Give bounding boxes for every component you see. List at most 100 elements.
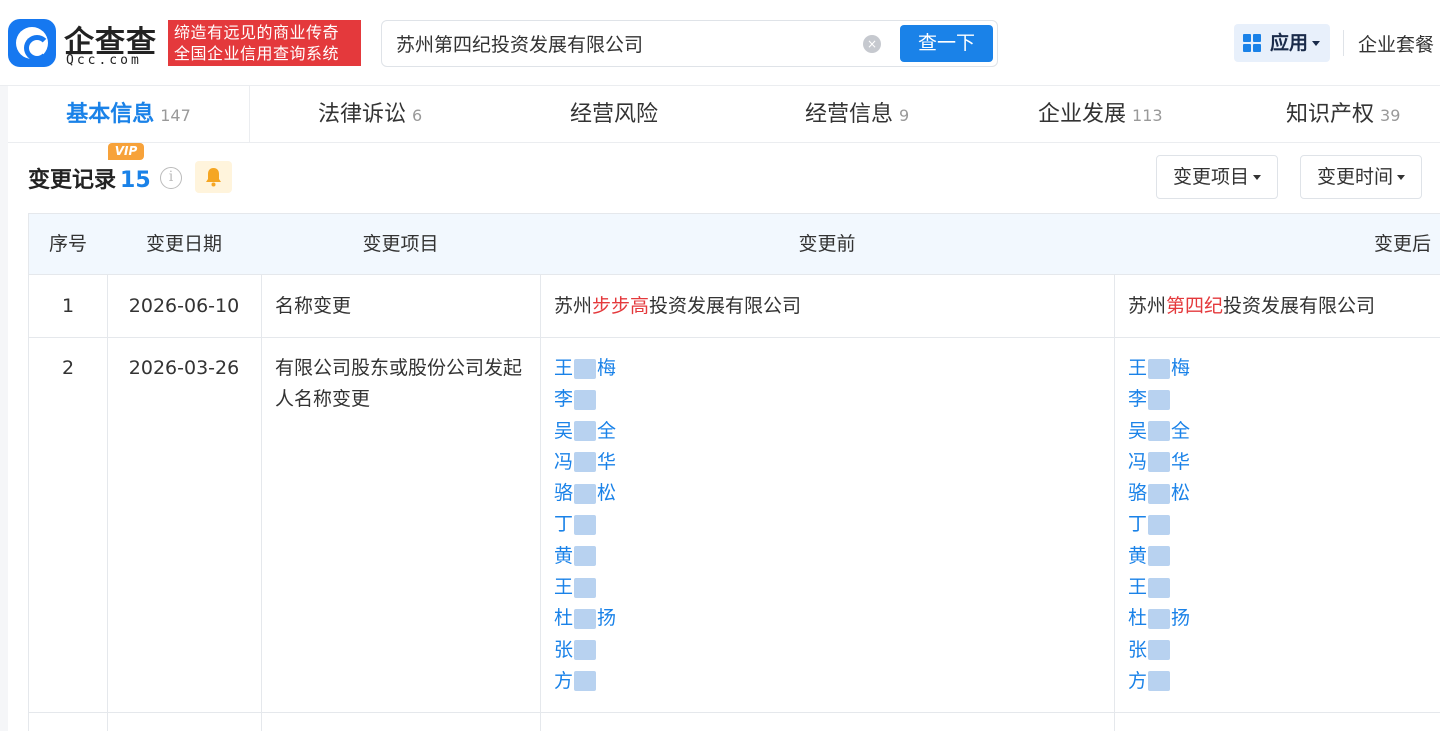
shareholder-link[interactable]: 王梅 (1128, 353, 1190, 384)
tab-label: 法律诉讼 (318, 102, 407, 127)
shareholder-link[interactable]: 杜扬 (1128, 603, 1190, 634)
shareholder-link[interactable]: 吴全 (554, 416, 616, 447)
tab-count: 9 (899, 106, 910, 125)
row-divider (29, 712, 1440, 713)
page-margin (0, 86, 8, 731)
section-count: 15 (120, 168, 151, 193)
filter-change-time[interactable]: 变更时间 (1300, 155, 1423, 199)
row-1-index: 1 (61, 295, 75, 317)
tab-basic-info[interactable]: 基本信息 147 (8, 86, 250, 143)
info-icon[interactable]: i (160, 167, 182, 189)
slogan-line-2: 全国企业信用查询系统 (174, 44, 340, 63)
shareholder-link[interactable]: 黄 (1128, 541, 1190, 572)
company-name-part: 苏州 (554, 295, 593, 317)
shareholder-link[interactable]: 杜扬 (554, 603, 616, 634)
tab-label: 经营风险 (570, 102, 659, 127)
logo-domain: Qcc.com (66, 53, 142, 68)
clear-icon[interactable]: × (863, 35, 881, 53)
logo-icon (8, 19, 56, 67)
column-divider (1114, 275, 1115, 731)
shareholder-link[interactable]: 张 (1128, 635, 1190, 666)
row-1-item: 名称变更 (275, 295, 352, 317)
shareholder-link[interactable]: 李 (554, 384, 616, 415)
tab-operating-risk[interactable]: 经营风险 (570, 86, 658, 143)
table-header: 序号 变更日期 变更项目 变更前 变更后 (29, 213, 1440, 275)
change-records-table: 序号 变更日期 变更项目 变更前 变更后 1 2026-06-10 名称变更 苏… (28, 213, 1440, 731)
row-2-date: 2026-03-26 (128, 357, 240, 379)
shareholder-link[interactable]: 骆松 (1128, 478, 1190, 509)
column-divider (540, 275, 541, 731)
tab-count: 6 (412, 106, 423, 125)
company-name-part: 投资发展有限公司 (1223, 295, 1376, 317)
tab-count: 39 (1380, 106, 1401, 125)
row-2-item: 有限公司股东或股份公司发起人名称变更 (275, 357, 523, 410)
header-index: 序号 (48, 233, 87, 255)
tab-ip[interactable]: 知识产权 39 (1286, 86, 1400, 143)
row-2-after-names: 王梅 李 吴全 冯华 骆松 丁 黄 王 杜扬 张 方 (1128, 353, 1190, 697)
grid-icon (1243, 34, 1261, 52)
shareholder-link[interactable]: 骆松 (554, 478, 616, 509)
shareholder-link[interactable]: 王梅 (554, 353, 616, 384)
tab-count: 113 (1132, 106, 1163, 125)
shareholder-link[interactable]: 吴全 (1128, 416, 1190, 447)
row-2-index: 2 (61, 357, 75, 379)
shareholder-link[interactable]: 冯华 (1128, 447, 1190, 478)
tab-label: 企业发展 (1038, 102, 1127, 127)
top-header: 企查查 Qcc.com 缔造有远见的商业传奇 全国企业信用查询系统 × 查一下 … (0, 0, 1440, 86)
shareholder-link[interactable]: 王 (554, 572, 616, 603)
row-1-before: 苏州步步高投资发展有限公司 (554, 291, 801, 322)
section-title: 变更记录 15 (28, 162, 151, 194)
shareholder-link[interactable]: 方 (554, 666, 616, 697)
bell-icon (206, 168, 221, 187)
tab-count: 147 (160, 106, 191, 125)
changed-text: 第四纪 (1166, 295, 1224, 317)
chevron-down-icon (1253, 175, 1262, 180)
filter-change-item[interactable]: 变更项目 (1156, 155, 1279, 199)
filter-change-item-label: 变更项目 (1173, 166, 1250, 188)
shareholder-link[interactable]: 冯华 (554, 447, 616, 478)
slogan-banner: 缔造有远见的商业传奇 全国企业信用查询系统 (168, 20, 361, 66)
tab-label: 经营信息 (805, 102, 894, 127)
shareholder-link[interactable]: 王 (1128, 572, 1190, 603)
header-before: 变更前 (798, 233, 856, 255)
shareholder-link[interactable]: 丁 (554, 509, 616, 540)
row-1-date: 2026-06-10 (128, 295, 240, 317)
search-button[interactable]: 查一下 (900, 25, 993, 62)
header-divider (1343, 30, 1344, 56)
search-box: × 查一下 (381, 20, 998, 67)
tab-operating-info[interactable]: 经营信息 9 (805, 86, 909, 143)
search-input[interactable] (396, 21, 856, 66)
tab-legal[interactable]: 法律诉讼 6 (318, 86, 422, 143)
header-after: 变更后 (1373, 233, 1431, 255)
tab-label: 知识产权 (1286, 102, 1375, 127)
company-name-part: 苏州 (1128, 295, 1167, 317)
changed-text: 步步高 (592, 295, 650, 317)
vip-badge: VIP (108, 143, 144, 160)
section-title-text: 变更记录 (28, 168, 117, 193)
shareholder-link[interactable]: 李 (1128, 384, 1190, 415)
shareholder-link[interactable]: 张 (554, 635, 616, 666)
filter-change-time-label: 变更时间 (1317, 166, 1394, 188)
chevron-down-icon (1312, 41, 1321, 46)
enterprise-suite-link[interactable]: 企业套餐 (1358, 30, 1434, 57)
apps-button-label: 应用 (1270, 32, 1309, 54)
row-divider (29, 337, 1440, 338)
shareholder-link[interactable]: 方 (1128, 666, 1190, 697)
shareholder-link[interactable]: 丁 (1128, 509, 1190, 540)
column-divider (261, 275, 262, 731)
slogan-line-1: 缔造有远见的商业传奇 (174, 23, 340, 42)
header-item: 变更项目 (362, 233, 439, 255)
column-divider (107, 275, 108, 731)
logo[interactable]: 企查查 Qcc.com (8, 17, 164, 69)
shareholder-link[interactable]: 黄 (554, 541, 616, 572)
tab-label: 基本信息 (66, 102, 155, 127)
row-1-after: 苏州第四纪投资发展有限公司 (1128, 291, 1375, 322)
company-name-part: 投资发展有限公司 (649, 295, 802, 317)
tab-bar: 基本信息 147 法律诉讼 6 经营风险 经营信息 9 企业发展 113 知识产权 39 (8, 86, 1440, 143)
apps-button[interactable]: 应用 (1234, 24, 1330, 62)
tab-development[interactable]: 企业发展 113 (1038, 86, 1163, 143)
chevron-down-icon (1397, 175, 1406, 180)
subscribe-bell-button[interactable] (195, 161, 232, 193)
row-2-before-names: 王梅 李 吴全 冯华 骆松 丁 黄 王 杜扬 张 方 (554, 353, 616, 697)
header-date: 变更日期 (145, 233, 222, 255)
